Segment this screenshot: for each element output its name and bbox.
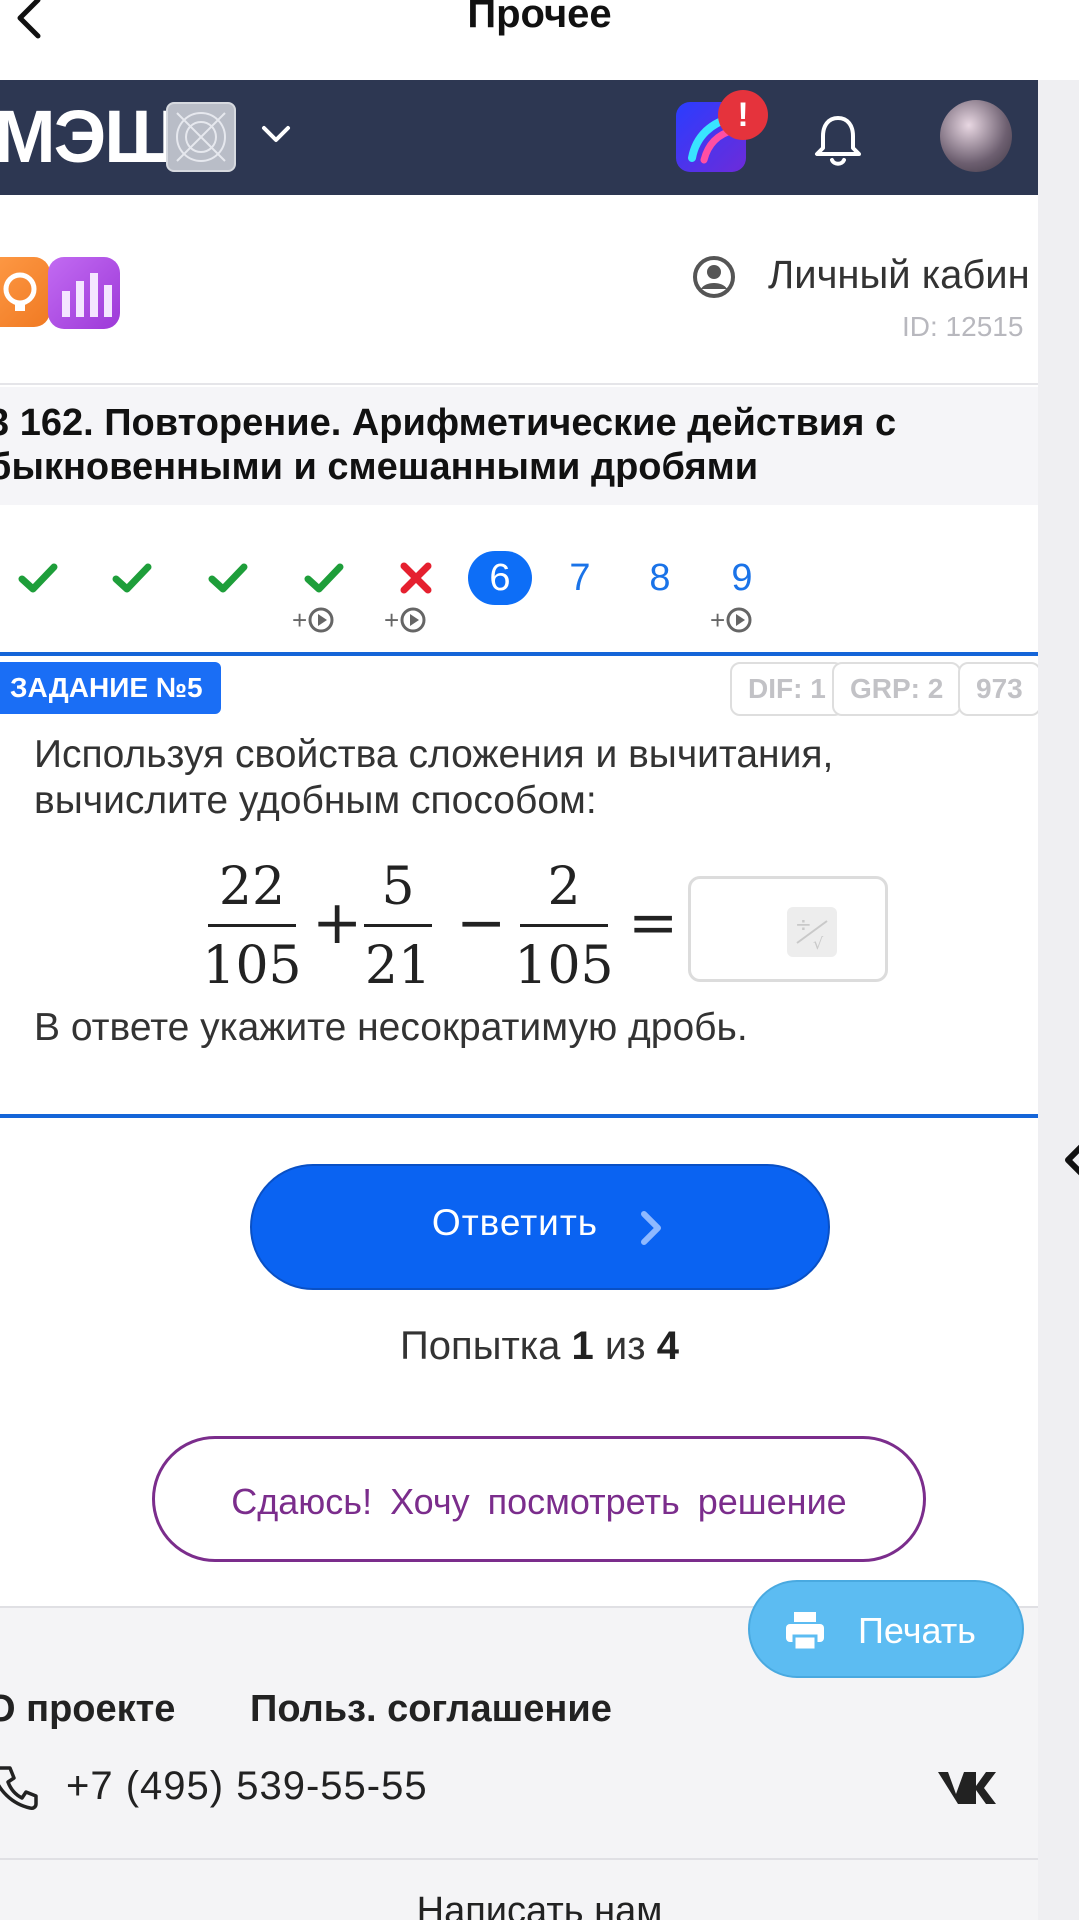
answer-instruction: В ответе укажите несократимую дробь.: [34, 1006, 748, 1049]
math-keyboard-icon[interactable]: ÷ √: [787, 907, 837, 957]
task-navigation: + + 6 7 8 9 +: [0, 505, 1038, 655]
minus-operator: −: [456, 888, 507, 958]
task-number-label: ЗАДАНИЕ №5: [0, 662, 221, 714]
school-logo-icon[interactable]: [166, 102, 236, 172]
notification-badge: !: [718, 90, 768, 140]
give-up-label: Сдаюсь! Хочу посмотреть решение: [231, 1481, 847, 1522]
stats-app-icon[interactable]: [48, 257, 120, 329]
task-8[interactable]: 8: [632, 553, 688, 603]
print-button[interactable]: Печать: [748, 1580, 1024, 1678]
task-5-video-hint[interactable]: +: [384, 605, 427, 636]
chevron-down-icon[interactable]: [258, 120, 294, 150]
chevron-right-icon: [641, 1211, 661, 1245]
mesh-logo[interactable]: МЭШ: [0, 94, 179, 179]
fraction-2: 5 21: [358, 856, 438, 997]
svg-text:√: √: [813, 934, 824, 953]
fraction-3: 2 105: [514, 856, 614, 997]
plus-operator: +: [312, 888, 363, 958]
side-panel-edge: [1038, 80, 1079, 1920]
lesson-title-line2: быкновенными и смешанными дробями: [0, 446, 759, 488]
give-up-button[interactable]: Сдаюсь! Хочу посмотреть решение: [152, 1436, 926, 1562]
user-id: ID: 12515: [902, 311, 1024, 342]
lesson-title: 3 162. Повторение. Арифметические действ…: [0, 401, 1028, 489]
fraction-1: 22 105: [202, 856, 302, 997]
write-us-link[interactable]: Написать нам: [0, 1890, 1079, 1920]
task-9-video-hint[interactable]: +: [710, 605, 753, 636]
equals-sign: =: [628, 888, 679, 958]
fraction-1-numerator: 22: [218, 857, 286, 917]
difficulty-tag: DIF: 1: [730, 662, 844, 716]
fraction-2-numerator: 5: [381, 857, 415, 917]
fraction-2-denominator: 21: [364, 936, 432, 996]
attempt-current: 1: [571, 1324, 594, 1368]
task-7[interactable]: 7: [552, 553, 608, 603]
lesson-title-line1: 3 162. Повторение. Арифметические действ…: [0, 402, 897, 444]
about-link[interactable]: О проекте: [0, 1688, 175, 1731]
print-label: Печать: [858, 1610, 976, 1651]
avatar[interactable]: [940, 100, 1012, 172]
page-title: Прочее: [467, 0, 612, 36]
task-code-tag: 973: [958, 662, 1041, 716]
profile-row: Личный кабин ID: 12515: [0, 195, 1038, 385]
group-tag: GRP: 2: [832, 662, 962, 716]
app-header: МЭШ !: [0, 80, 1038, 195]
task-3-correct-icon[interactable]: [200, 553, 256, 603]
svg-text:÷: ÷: [795, 912, 812, 936]
user-profile-icon[interactable]: [692, 255, 736, 299]
submit-answer-button[interactable]: Ответить: [250, 1164, 830, 1290]
fraction-1-denominator: 105: [202, 936, 302, 996]
answer-input[interactable]: ÷ √: [688, 876, 888, 982]
phone-icon: [0, 1766, 38, 1810]
fraction-3-denominator: 105: [514, 936, 614, 996]
submit-answer-label: Ответить: [431, 1202, 599, 1243]
support-phone[interactable]: +7 (495) 539-55-55: [66, 1764, 428, 1809]
top-nav-bar: Прочее: [0, 0, 1079, 80]
task-5-wrong-icon[interactable]: [388, 553, 444, 603]
task-question: Используя свойства сложения и вычитания,…: [34, 733, 834, 822]
printer-icon: [786, 1612, 824, 1652]
task-6-active[interactable]: 6: [468, 551, 532, 605]
fraction-3-numerator: 2: [547, 857, 581, 917]
idea-app-icon[interactable]: [0, 257, 50, 327]
task-4-correct-icon[interactable]: [296, 553, 352, 603]
chevron-left-icon[interactable]: [1062, 1140, 1079, 1180]
attempt-counter: Попытка 1 из 4: [0, 1324, 1079, 1369]
task-card: ЗАДАНИЕ №5 DIF: 1 GRP: 2 973 Используя с…: [0, 652, 1041, 1118]
terms-link[interactable]: Польз. соглашение: [250, 1688, 612, 1731]
page: Прочее МЭШ ! Личный кабин ID: 12515 3 16…: [0, 0, 1079, 1920]
task-4-video-hint[interactable]: +: [292, 605, 335, 636]
task-2-correct-icon[interactable]: [104, 553, 160, 603]
attempt-sep: из: [604, 1324, 646, 1368]
task-9[interactable]: 9: [714, 553, 770, 603]
vk-icon[interactable]: [936, 1768, 998, 1808]
footer-divider: [0, 1858, 1038, 1860]
personal-cabinet-link[interactable]: Личный кабин: [768, 253, 1030, 298]
lesson-header: 3 162. Повторение. Арифметические действ…: [0, 387, 1038, 505]
bell-icon[interactable]: [808, 110, 868, 170]
attempt-prefix: Попытка: [400, 1324, 561, 1368]
task-1-correct-icon[interactable]: [10, 553, 66, 603]
attempt-total: 4: [656, 1324, 679, 1368]
